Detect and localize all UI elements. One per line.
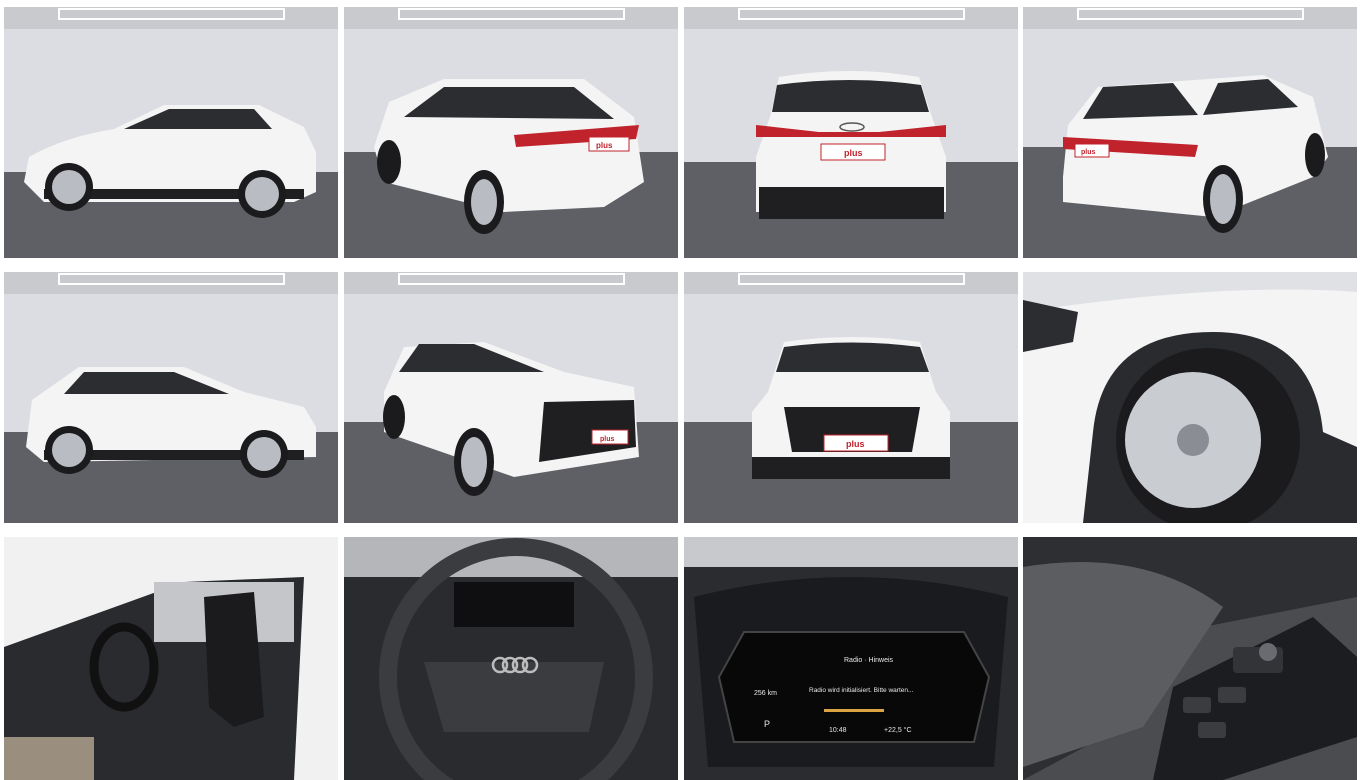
cluster-range: 256 km bbox=[754, 690, 777, 697]
cluster-temperature: +22,5 °C bbox=[884, 726, 912, 734]
image-gallery: plus plus plus plus plus Radio · Hinweis… bbox=[0, 0, 1365, 780]
plate-text: plus bbox=[844, 148, 863, 158]
cluster-mode-label: Radio · Hinweis bbox=[844, 657, 894, 664]
gallery-image-interior-driver-seat[interactable] bbox=[4, 537, 338, 780]
plate-text: plus bbox=[1081, 149, 1095, 156]
gallery-image-rear[interactable]: plus bbox=[684, 7, 1018, 258]
gallery-image-rear-three-quarter-right[interactable]: plus bbox=[1023, 7, 1357, 258]
plate-text: plus bbox=[600, 436, 614, 443]
plate-text: plus bbox=[846, 439, 865, 449]
gallery-image-front-three-quarter-left[interactable]: plus bbox=[344, 272, 678, 523]
gallery-image-instrument-cluster[interactable]: Radio · Hinweis Radio wird initialisiert… bbox=[684, 537, 1018, 780]
cluster-message: Radio wird initialisiert. Bitte warten..… bbox=[809, 687, 914, 694]
gallery-image-side-left[interactable] bbox=[4, 7, 338, 258]
gallery-image-steering-wheel[interactable] bbox=[344, 537, 678, 780]
cluster-time: 10:48 bbox=[829, 727, 847, 734]
gallery-image-wheel-detail[interactable] bbox=[1023, 272, 1357, 523]
gallery-image-door-panel-controls[interactable] bbox=[1023, 537, 1357, 780]
cluster-gear: P bbox=[764, 719, 770, 729]
gallery-image-rear-three-quarter-left[interactable]: plus bbox=[344, 7, 678, 258]
plate-text: plus bbox=[596, 141, 613, 150]
gallery-image-side-right[interactable] bbox=[4, 272, 338, 523]
gallery-image-front[interactable]: plus bbox=[684, 272, 1018, 523]
